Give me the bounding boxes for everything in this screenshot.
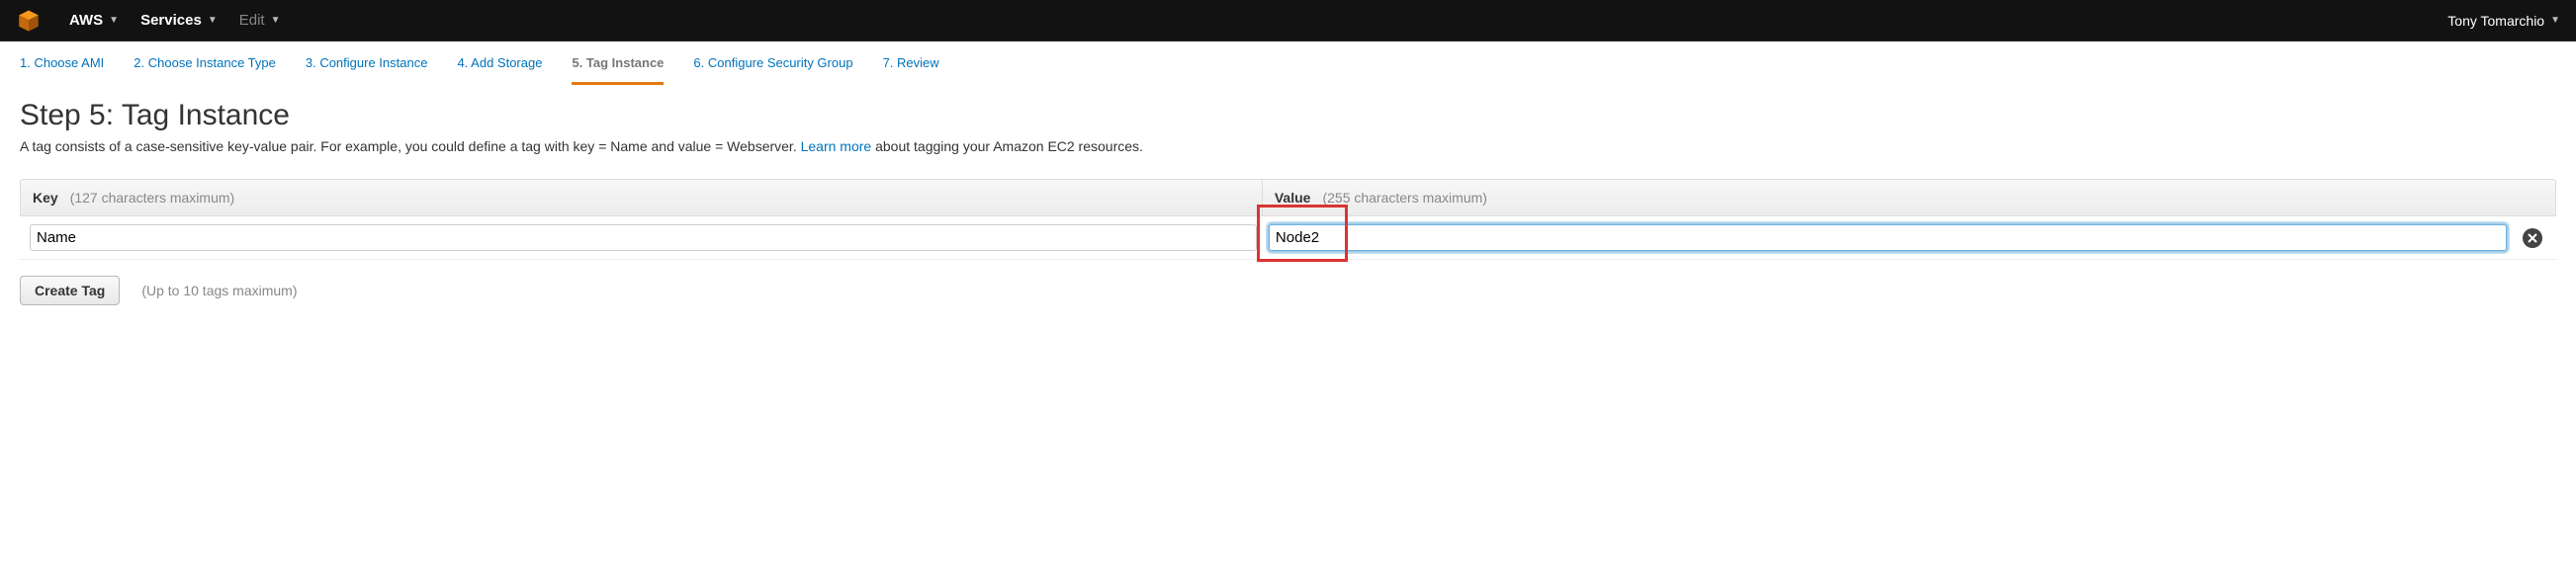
caret-down-icon: ▼ — [2550, 15, 2560, 26]
nav-aws-label: AWS — [69, 12, 103, 29]
header-key: Key (127 characters maximum) — [21, 180, 1263, 215]
caret-down-icon: ▼ — [271, 15, 281, 26]
wizard-step-5: 5. Tag Instance — [572, 55, 664, 85]
tag-remove-cell — [2513, 228, 2552, 248]
create-tag-hint: (Up to 10 tags maximum) — [141, 283, 297, 298]
header-value: Value (255 characters maximum) — [1263, 180, 2516, 215]
header-value-hint: (255 characters maximum) — [1322, 190, 1487, 206]
description-text-1: A tag consists of a case-sensitive key-v… — [20, 138, 801, 154]
wizard-step-6[interactable]: 6. Configure Security Group — [693, 55, 852, 85]
header-remove — [2516, 180, 2555, 215]
tag-table: Key (127 characters maximum) Value (255 … — [20, 179, 2556, 260]
tag-value-input[interactable] — [1269, 224, 2507, 251]
wizard-step-3[interactable]: 3. Configure Instance — [306, 55, 428, 85]
wizard-step-1[interactable]: 1. Choose AMI — [20, 55, 104, 85]
nav-services-menu[interactable]: Services ▼ — [134, 8, 223, 33]
tag-key-cell — [24, 224, 1263, 251]
header-key-hint: (127 characters maximum) — [70, 190, 235, 206]
wizard-step-4[interactable]: 4. Add Storage — [457, 55, 542, 85]
wizard-step-2[interactable]: 2. Choose Instance Type — [133, 55, 276, 85]
wizard-steps: 1. Choose AMI 2. Choose Instance Type 3. C… — [0, 42, 2576, 85]
aws-logo-icon[interactable] — [16, 8, 42, 34]
create-tag-button[interactable]: Create Tag — [20, 276, 120, 305]
nav-services-label: Services — [140, 12, 202, 29]
nav-aws-menu[interactable]: AWS ▼ — [63, 8, 125, 33]
caret-down-icon: ▼ — [109, 15, 119, 26]
tag-value-cell — [1263, 224, 2513, 251]
wizard-step-7[interactable]: 7. Review — [883, 55, 939, 85]
page-title: Step 5: Tag Instance — [20, 99, 2556, 132]
nav-user-label: Tony Tomarchio — [2447, 13, 2544, 29]
tag-key-input[interactable] — [30, 224, 1257, 251]
top-nav: AWS ▼ Services ▼ Edit ▼ Tony Tomarchio ▼ — [0, 0, 2576, 42]
learn-more-link[interactable]: Learn more — [801, 138, 872, 154]
description-text-2: about tagging your Amazon EC2 resources. — [875, 138, 1143, 154]
remove-tag-icon[interactable] — [2523, 228, 2542, 248]
nav-edit-label: Edit — [239, 12, 265, 29]
main-content: Step 5: Tag Instance A tag consists of a… — [0, 85, 2576, 325]
tag-table-header: Key (127 characters maximum) Value (255 … — [20, 179, 2556, 216]
page-description: A tag consists of a case-sensitive key-v… — [20, 136, 2556, 157]
header-value-label: Value — [1275, 190, 1311, 206]
tag-row — [20, 216, 2556, 260]
header-key-label: Key — [33, 190, 58, 206]
create-tag-row: Create Tag (Up to 10 tags maximum) — [20, 276, 2556, 305]
nav-user-menu[interactable]: Tony Tomarchio ▼ — [2447, 13, 2560, 29]
nav-edit-menu[interactable]: Edit ▼ — [233, 8, 287, 33]
caret-down-icon: ▼ — [208, 15, 218, 26]
